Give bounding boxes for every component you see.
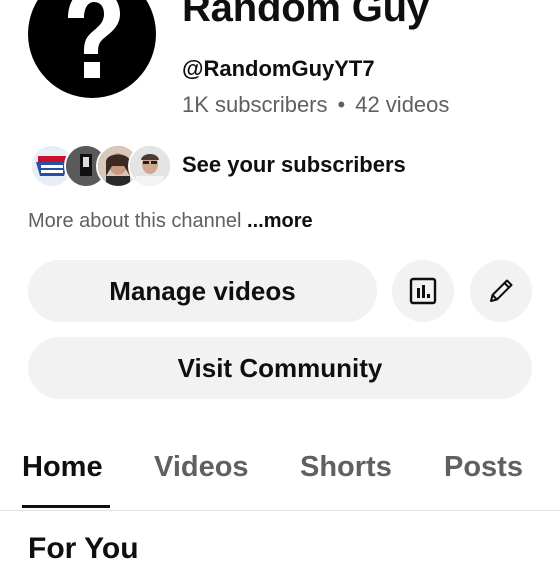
more-link[interactable]: ...more (247, 210, 313, 232)
channel-name: Random Guy (182, 0, 429, 30)
subscriber-count: 1K subscribers (182, 92, 328, 117)
channel-handle: @RandomGuyYT7 (182, 56, 375, 81)
tab-home[interactable]: Home (22, 451, 103, 484)
active-tab-indicator (22, 505, 110, 508)
analytics-icon (409, 277, 437, 305)
pencil-icon (490, 279, 513, 302)
manage-videos-button[interactable]: Manage videos (28, 260, 377, 322)
channel-tabs: Home Videos Shorts Posts (0, 445, 560, 509)
tab-shorts[interactable]: Shorts (300, 451, 392, 484)
channel-avatar[interactable] (28, 0, 156, 98)
channel-stats: 1K subscribers • 42 videos (182, 92, 449, 118)
subscriber-avatars (30, 142, 172, 188)
tab-videos[interactable]: Videos (154, 451, 249, 484)
see-subscribers-link[interactable]: See your subscribers (182, 152, 406, 178)
about-text: More about this channel (28, 210, 242, 232)
visit-community-button[interactable]: Visit Community (28, 337, 532, 399)
tabs-divider (0, 510, 560, 511)
analytics-button[interactable] (392, 260, 454, 322)
section-title: For You (28, 532, 139, 565)
see-subscribers-row[interactable]: See your subscribers (30, 142, 406, 188)
channel-about[interactable]: More about this channel ...more (28, 210, 313, 233)
stats-separator: • (337, 92, 346, 117)
edit-channel-button[interactable] (470, 260, 532, 322)
person-photo-icon (128, 144, 172, 188)
video-count: 42 videos (355, 92, 450, 117)
question-mark-icon (68, 0, 120, 78)
tab-posts[interactable]: Posts (444, 451, 523, 484)
